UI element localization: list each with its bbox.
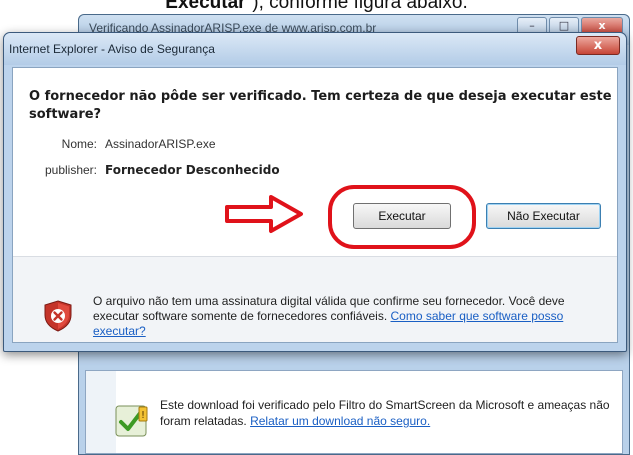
dialog-content: O fornecedor não pôde ser verificado. Te… xyxy=(12,67,618,343)
report-unsafe-download-link[interactable]: Relatar um download não seguro. xyxy=(250,414,430,428)
name-label: Nome: xyxy=(61,137,97,151)
caption-bold-text: Executar xyxy=(165,0,246,13)
svg-text:!: ! xyxy=(141,410,145,421)
dont-run-button[interactable]: Não Executar xyxy=(486,203,601,229)
publisher-value: Fornecedor Desconhecido xyxy=(105,163,280,177)
smartscreen-panel: ! Este download foi verificado pelo Filt… xyxy=(85,370,623,454)
name-value: AssinadorARISP.exe xyxy=(105,137,216,151)
shield-error-icon xyxy=(44,300,72,332)
caption-text: "), conforme figura abaixo. xyxy=(245,0,468,13)
smartscreen-message: Este download foi verificado pelo Filtro… xyxy=(160,397,630,429)
dialog-title: Internet Explorer - Aviso de Segurança xyxy=(9,42,215,56)
warning-footer: O arquivo não tem uma assinatura digital… xyxy=(13,257,617,342)
security-warning-dialog: Internet Explorer - Aviso de Segurança x… xyxy=(3,32,627,352)
publisher-label: publisher: xyxy=(44,163,97,177)
dialog-titlebar: Internet Explorer - Aviso de Segurança x xyxy=(4,33,626,65)
signature-warning: O arquivo não tem uma assinatura digital… xyxy=(93,294,613,339)
run-button[interactable]: Executar xyxy=(353,203,451,229)
red-arrow-icon xyxy=(225,195,303,233)
dialog-close-button[interactable]: x xyxy=(576,36,620,55)
verification-question: O fornecedor não pôde ser verificado. Te… xyxy=(29,89,612,122)
panel-sidebar xyxy=(86,371,116,453)
smartscreen-check-icon: ! xyxy=(115,405,148,437)
